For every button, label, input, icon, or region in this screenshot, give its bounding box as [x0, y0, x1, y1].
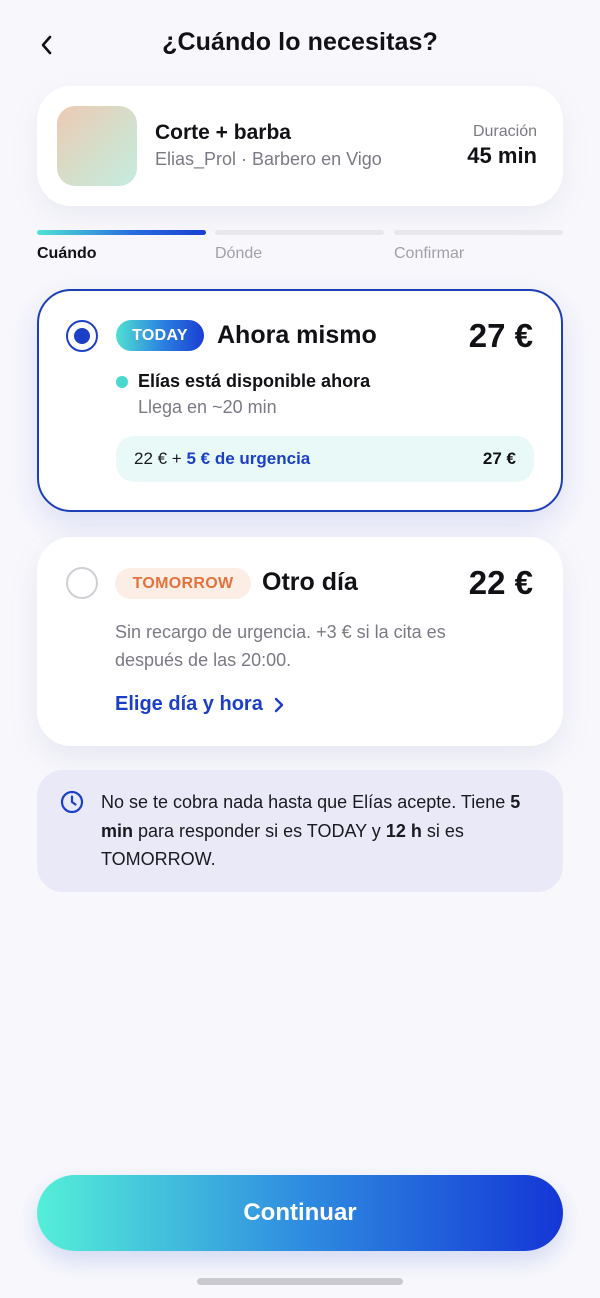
service-thumbnail: [57, 106, 137, 186]
price-breakdown: 22 € + 5 € de urgencia 27 €: [116, 436, 534, 482]
info-text-part: No se te cobra nada hasta que Elías acep…: [101, 792, 511, 812]
clock-icon: [60, 790, 84, 814]
home-indicator: [197, 1278, 403, 1285]
service-card: Corte + barba Elias_Prol · Barbero en Vi…: [37, 86, 563, 206]
step-confirmar: Confirmar: [394, 230, 563, 263]
step-bar: [37, 230, 206, 235]
service-provider: Elias_Prol · Barbero en Vigo: [155, 149, 382, 169]
choose-date-link[interactable]: Elige día y hora: [115, 693, 285, 716]
service-name: Corte + barba: [155, 121, 291, 144]
option-now-radio[interactable]: [66, 320, 98, 352]
option-now-title: Ahora mismo: [217, 321, 377, 349]
availability-text: Elías está disponible ahora: [138, 371, 371, 391]
availability-dot: [116, 376, 128, 388]
step-label: Cuándo: [37, 245, 97, 262]
duration-label: Duración: [472, 123, 537, 140]
step-label: Confirmar: [394, 245, 465, 262]
tomorrow-badge: TOMORROW: [115, 568, 251, 599]
choose-date-label: Elige día y hora: [115, 693, 263, 715]
step-donde: Dónde: [215, 230, 384, 263]
option-later-price: 22 €: [468, 564, 533, 601]
step-bar: [215, 230, 384, 235]
option-later-title: Otro día: [262, 568, 358, 596]
price-breakdown-detail: 22 € + 5 € de urgencia: [134, 449, 310, 469]
option-later-card[interactable]: TOMORROW Otro día 22 € Sin recargo de ur…: [37, 537, 563, 746]
urgency-fee: 5 € de urgencia: [186, 449, 311, 468]
continue-button[interactable]: Continuar: [37, 1175, 563, 1251]
step-label: Dónde: [215, 245, 263, 262]
info-banner: No se te cobra nada hasta que Elías acep…: [37, 770, 563, 892]
progress-steps: Cuándo Dónde Confirmar: [37, 230, 563, 270]
price-breakdown-total: 27 €: [482, 449, 516, 468]
info-text-part: para responder si es TODAY y: [133, 820, 386, 841]
duration-value: 45 min: [467, 143, 537, 168]
info-text: No se te cobra nada hasta que Elías acep…: [101, 788, 541, 874]
today-badge: TODAY: [116, 320, 204, 351]
page-title: ¿Cuándo lo necesitas?: [162, 28, 438, 56]
option-later-radio[interactable]: [66, 567, 98, 599]
step-bar: [394, 230, 563, 235]
header: ¿Cuándo lo necesitas?: [0, 0, 600, 90]
option-later-description: Sin recargo de urgencia. +3 € si la cita…: [115, 622, 446, 670]
step-cuando: Cuándo: [37, 230, 206, 263]
base-price: 22 € +: [134, 449, 187, 468]
eta-text: Llega en ~20 min: [138, 397, 277, 417]
option-now-card[interactable]: TODAY Ahora mismo 27 € Elías está dispon…: [37, 289, 563, 512]
chevron-right-icon: [274, 697, 284, 712]
info-text-bold: 12 h: [385, 820, 422, 841]
option-now-price: 27 €: [468, 317, 533, 354]
